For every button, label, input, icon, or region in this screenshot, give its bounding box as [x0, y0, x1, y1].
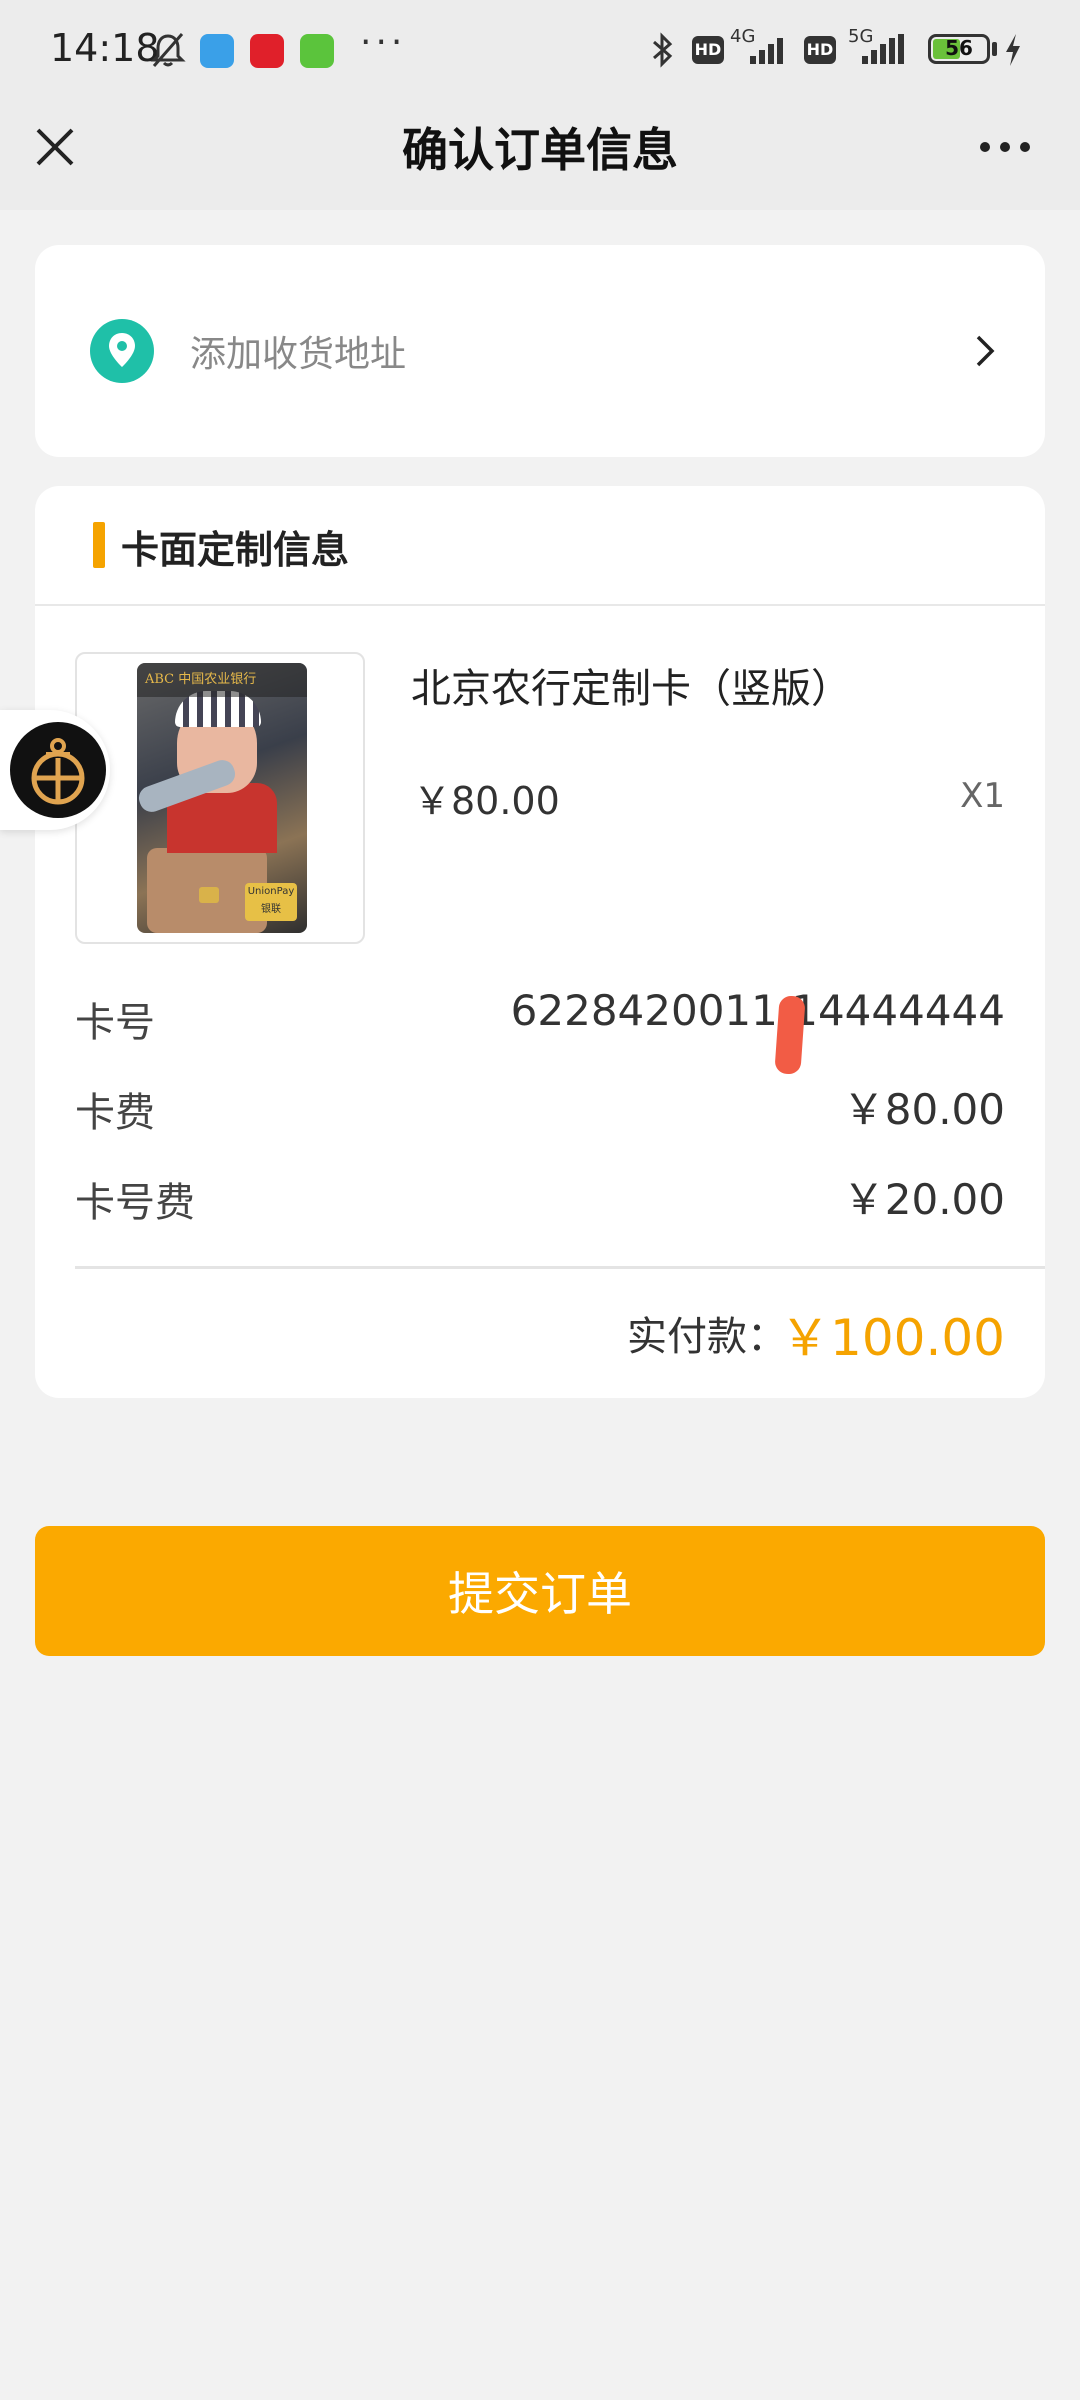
floating-assistant-button[interactable] — [0, 710, 110, 830]
more-notifications-icon: ··· — [360, 22, 407, 63]
unionpay-logo: UnionPay 银联 — [245, 883, 297, 921]
hd-badge-2: HD — [804, 36, 836, 64]
card-number-value: 6228420011 14444444 — [510, 986, 1005, 1035]
add-address-label: 添加收货地址 — [190, 334, 407, 375]
chat-app-icon — [300, 34, 334, 68]
order-details-card: 卡面定制信息 ABC 中国农业银行 UnionPay 银联 北京农行定制卡（竖版… — [35, 486, 1045, 1398]
status-bar: 14:18 ··· HD 4G HD 5G 56 — [0, 0, 1080, 100]
card-fee-value: ￥80.00 — [842, 1085, 1005, 1134]
add-address-card[interactable]: 添加收货地址 — [35, 245, 1045, 457]
status-time: 14:18 — [50, 26, 160, 70]
signal-strength-icon-2 — [862, 34, 904, 64]
bluetooth-icon — [653, 32, 673, 68]
bank-card-image: ABC 中国农业银行 UnionPay 银联 — [137, 663, 307, 933]
product-thumbnail[interactable]: ABC 中国农业银行 UnionPay 银联 — [75, 652, 365, 944]
chevron-right-icon — [976, 335, 995, 367]
browser-app-icon — [200, 34, 234, 68]
more-icon[interactable] — [975, 122, 1035, 172]
product-quantity: X1 — [960, 776, 1005, 816]
card-chip — [199, 887, 219, 903]
news-app-icon — [250, 34, 284, 68]
product-price: ￥80.00 — [413, 779, 560, 823]
battery-icon: 56 — [928, 34, 990, 64]
mute-notification-icon — [150, 33, 186, 67]
section-accent-bar — [93, 522, 105, 568]
total-amount: ￥100.00 — [780, 1309, 1005, 1367]
redaction-mark — [774, 995, 806, 1075]
section-divider — [35, 604, 1045, 606]
battery-level: 56 — [945, 36, 973, 60]
number-fee-value: ￥20.00 — [842, 1175, 1005, 1224]
location-pin-icon — [90, 319, 154, 383]
total-divider — [75, 1266, 1045, 1269]
floating-assistant-icon — [10, 722, 106, 818]
submit-order-button[interactable]: 提交订单 — [35, 1526, 1045, 1656]
signal-strength-icon — [750, 38, 783, 64]
hd-badge-1: HD — [692, 36, 724, 64]
charging-icon — [1006, 34, 1020, 66]
total-label: 实付款： — [627, 1314, 787, 1360]
card-bank-name: ABC 中国农业银行 — [137, 663, 307, 697]
card-fee-label: 卡费 — [75, 1090, 155, 1136]
page-title: 确认订单信息 — [402, 123, 678, 177]
card-number-label: 卡号 — [75, 1000, 155, 1046]
number-fee-label: 卡号费 — [75, 1180, 195, 1226]
navigation-bar: 确认订单信息 — [0, 100, 1080, 210]
battery-tip — [992, 42, 997, 56]
section-title: 卡面定制信息 — [121, 528, 350, 572]
product-name: 北京农行定制卡（竖版） — [411, 666, 851, 712]
